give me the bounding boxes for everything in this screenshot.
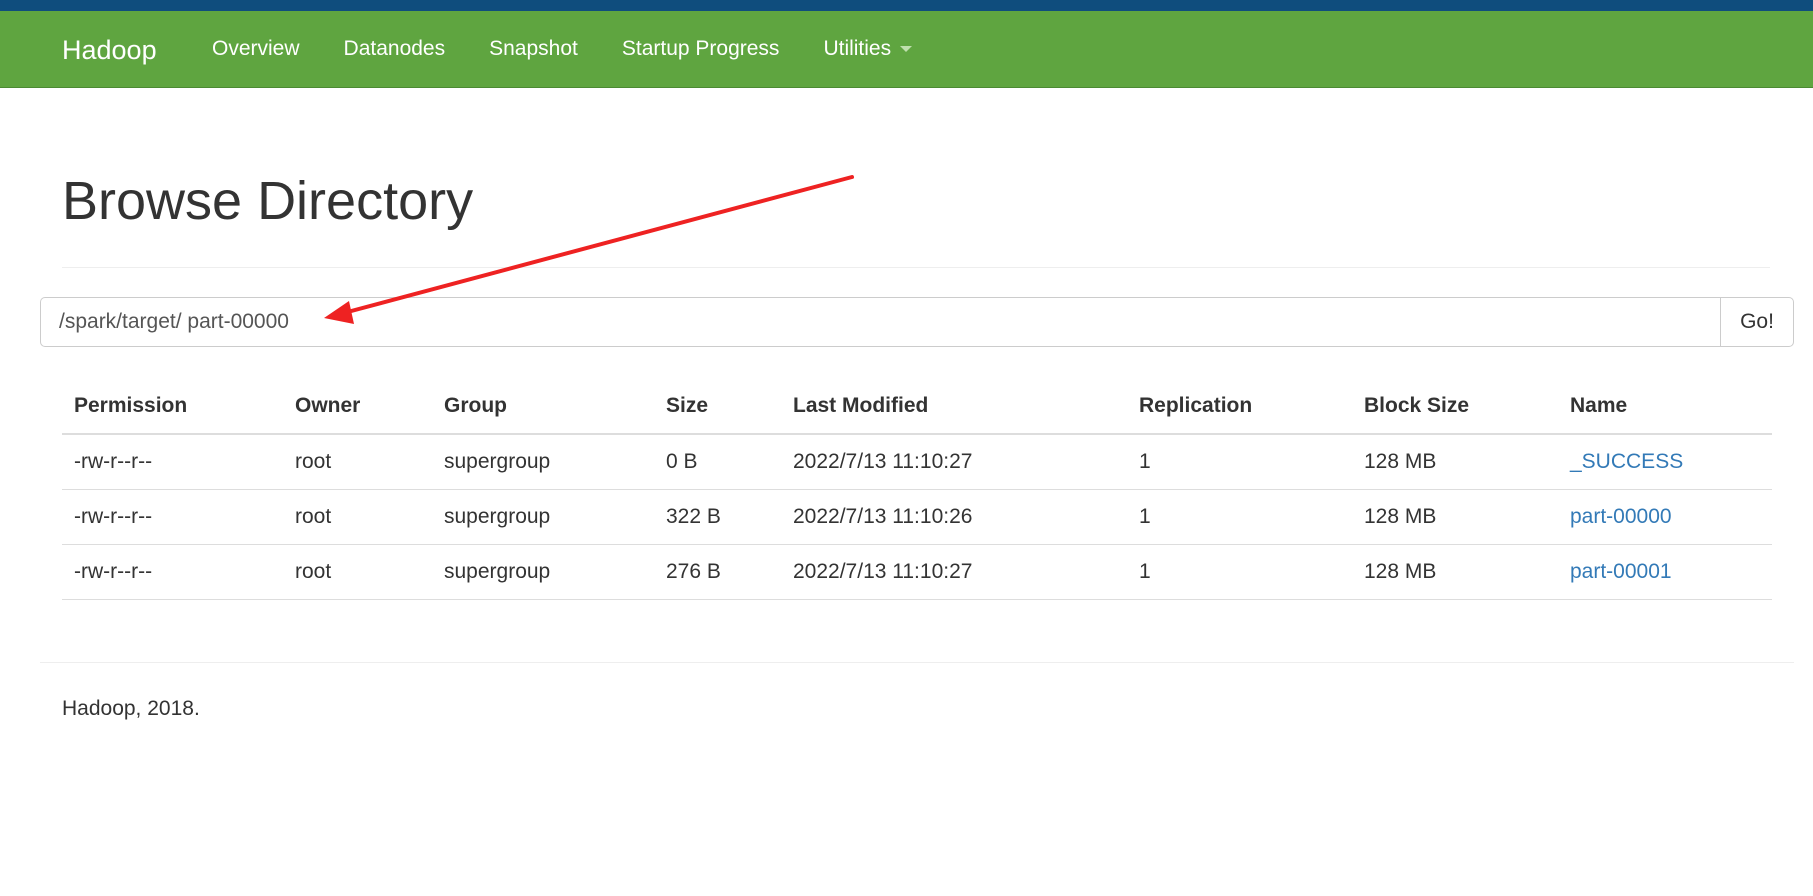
column-header-name[interactable]: Name <box>1558 378 1772 435</box>
file-link[interactable]: _SUCCESS <box>1570 450 1683 473</box>
cell-block-size: 128 MB <box>1352 434 1558 490</box>
cell-group: supergroup <box>432 544 654 600</box>
cell-size: 276 B <box>654 544 781 600</box>
footer-divider <box>40 662 1794 663</box>
cell-owner: root <box>283 434 432 490</box>
directory-table: Permission Owner Group Size Last Modifie… <box>62 378 1772 600</box>
cell-owner: root <box>283 544 432 600</box>
cell-owner: root <box>283 489 432 545</box>
cell-permission: -rw-r--r-- <box>62 434 283 490</box>
cell-group: supergroup <box>432 434 654 490</box>
cell-name: part-00001 <box>1558 544 1772 600</box>
table-header-row: Permission Owner Group Size Last Modifie… <box>62 378 1772 435</box>
cell-last-modified: 2022/7/13 11:10:27 <box>781 544 1127 600</box>
cell-permission: -rw-r--r-- <box>62 489 283 545</box>
column-header-permission[interactable]: Permission <box>62 378 283 435</box>
column-header-size[interactable]: Size <box>654 378 781 435</box>
cell-replication: 1 <box>1127 434 1352 490</box>
cell-last-modified: 2022/7/13 11:10:26 <box>781 489 1127 545</box>
cell-size: 0 B <box>654 434 781 490</box>
cell-permission: -rw-r--r-- <box>62 544 283 600</box>
column-header-last-modified[interactable]: Last Modified <box>781 378 1127 435</box>
column-header-block-size[interactable]: Block Size <box>1352 378 1558 435</box>
cell-block-size: 128 MB <box>1352 544 1558 600</box>
cell-name: part-00000 <box>1558 489 1772 545</box>
cell-group: supergroup <box>432 489 654 545</box>
file-link[interactable]: part-00000 <box>1570 505 1672 528</box>
column-header-owner[interactable]: Owner <box>283 378 432 435</box>
cell-replication: 1 <box>1127 544 1352 600</box>
cell-replication: 1 <box>1127 489 1352 545</box>
table-row: -rw-r--r-- root supergroup 322 B 2022/7/… <box>62 489 1772 545</box>
column-header-replication[interactable]: Replication <box>1127 378 1352 435</box>
cell-block-size: 128 MB <box>1352 489 1558 545</box>
table-row: -rw-r--r-- root supergroup 276 B 2022/7/… <box>62 544 1772 600</box>
file-link[interactable]: part-00001 <box>1570 560 1672 583</box>
cell-last-modified: 2022/7/13 11:10:27 <box>781 434 1127 490</box>
table-row: -rw-r--r-- root supergroup 0 B 2022/7/13… <box>62 434 1772 490</box>
column-header-group[interactable]: Group <box>432 378 654 435</box>
cell-size: 322 B <box>654 489 781 545</box>
footer-text: Hadoop, 2018. <box>62 697 200 720</box>
cell-name: _SUCCESS <box>1558 434 1772 490</box>
